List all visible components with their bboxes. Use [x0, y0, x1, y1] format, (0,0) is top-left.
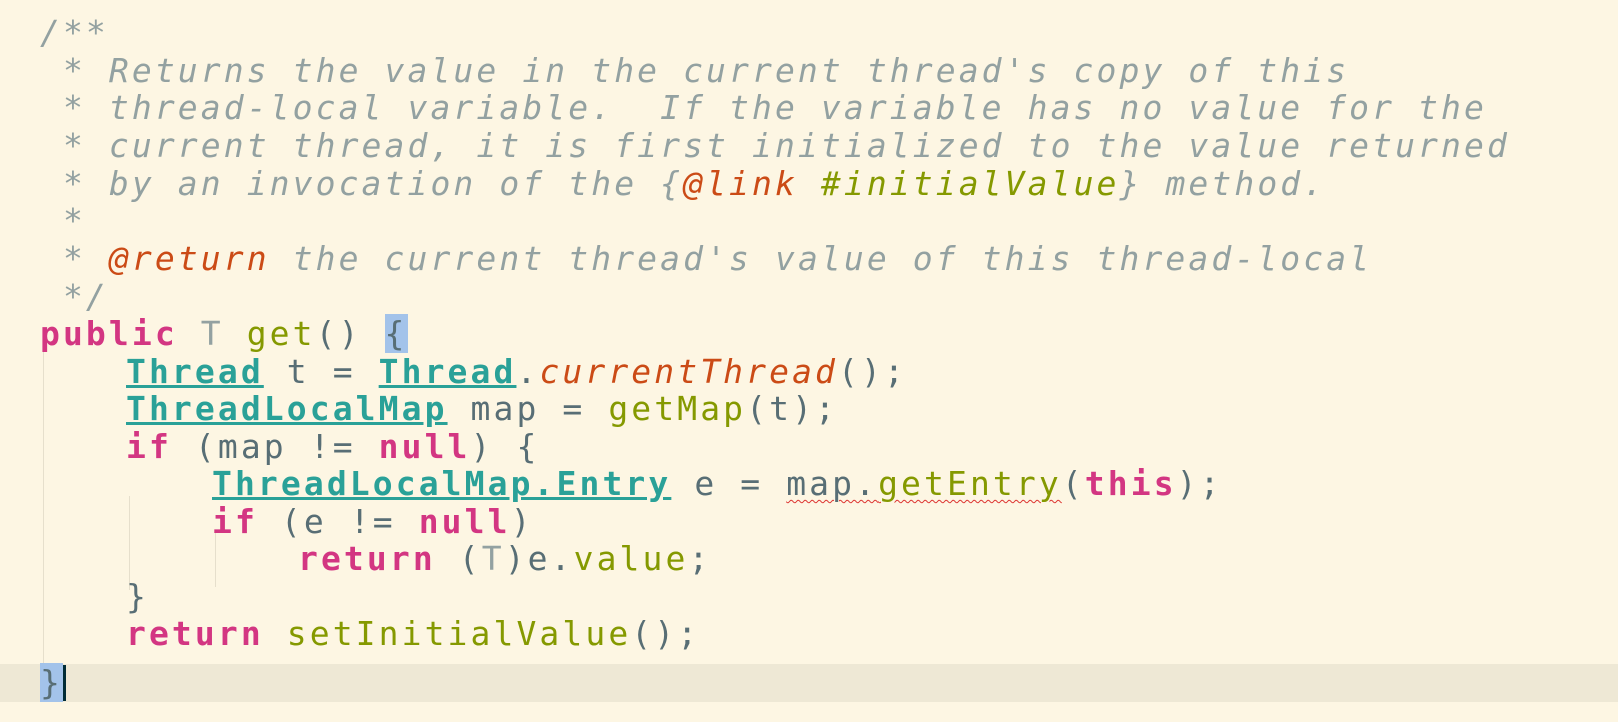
comment-text: * Returns the value in the current threa…: [40, 51, 1350, 90]
code-text: );: [1176, 464, 1223, 503]
code-line-10[interactable]: Thread t = Thread.currentThread();: [126, 353, 907, 391]
code-text: ;: [688, 539, 712, 578]
comment-open: /**: [40, 13, 109, 52]
keyword-return: return: [126, 614, 264, 653]
code-line-8[interactable]: */: [40, 278, 109, 316]
keyword-this: this: [1084, 464, 1177, 503]
code-text: (e !=: [257, 502, 419, 541]
method-name[interactable]: get: [247, 314, 316, 353]
code-text: e =: [671, 464, 787, 503]
code-text: (map !=: [171, 427, 379, 466]
field-reference[interactable]: value: [574, 539, 689, 578]
code-line-4[interactable]: * current thread, it is first initialize…: [40, 127, 1510, 165]
code-line-17[interactable]: return setInitialValue();: [126, 615, 700, 653]
code-text: (t);: [746, 389, 839, 428]
comment-text: * thread-local variable. If the variable…: [40, 88, 1487, 127]
comment-text: } method.: [1119, 164, 1327, 203]
keyword-if: if: [212, 502, 258, 541]
error-squiggle[interactable]: map.getEntry: [786, 464, 1062, 503]
indent-guide-level-1: [43, 348, 44, 664]
keyword-null: null: [418, 502, 511, 541]
code-line-6[interactable]: *: [40, 202, 86, 240]
type-parameter: T: [200, 314, 224, 353]
type-reference[interactable]: ThreadLocalMap.Entry: [212, 464, 671, 503]
javadoc-return-tag: @return: [108, 239, 270, 278]
type-reference[interactable]: ThreadLocalMap: [126, 389, 448, 428]
code-line-13[interactable]: ThreadLocalMap.Entry e = map.getEntry(th…: [212, 465, 1223, 503]
method-call[interactable]: getMap: [608, 389, 746, 428]
type-parameter: T: [481, 539, 505, 578]
code-text: ): [510, 502, 534, 541]
code-line-1[interactable]: /**: [40, 14, 109, 52]
code-line-2[interactable]: * Returns the value in the current threa…: [40, 52, 1349, 90]
code-text: .: [516, 352, 540, 391]
comment-text: *: [40, 201, 86, 240]
code-line-7[interactable]: * @return the current thread's value of …: [40, 240, 1372, 278]
comment-space: [798, 164, 821, 203]
indent-guide-level-2: [129, 496, 130, 590]
code-line-11[interactable]: ThreadLocalMap map = getMap(t);: [126, 390, 838, 428]
matched-close-brace: }: [40, 663, 63, 702]
code-text: ();: [838, 352, 907, 391]
comment-text: *: [40, 239, 109, 278]
text-caret: [62, 665, 66, 701]
code-text: )e.: [504, 539, 574, 578]
code-text: ) {: [470, 427, 540, 466]
method-call[interactable]: setInitialValue: [287, 614, 632, 653]
comment-text: the current thread's value of this threa…: [269, 239, 1373, 278]
matched-open-brace: {: [384, 314, 408, 353]
keyword-public: public: [40, 314, 178, 353]
code-text: ();: [631, 614, 701, 653]
keyword-null: null: [378, 427, 471, 466]
comment-close: */: [40, 277, 109, 316]
keyword-if: if: [126, 427, 172, 466]
comment-text: * by an invocation of the {: [40, 164, 684, 203]
code-text: t =: [263, 352, 379, 391]
type-reference[interactable]: Thread: [126, 352, 264, 391]
code-text: (: [435, 539, 482, 578]
code-line-15[interactable]: return (T)e.value;: [298, 540, 711, 578]
javadoc-link-tag: @link: [683, 164, 798, 203]
code-editor[interactable]: /** * Returns the value in the current t…: [0, 0, 1618, 722]
code-line-18[interactable]: }: [40, 663, 66, 702]
comment-text: * current thread, it is first initialize…: [40, 126, 1510, 165]
method-call[interactable]: getEntry: [878, 464, 1062, 503]
code-line-3[interactable]: * thread-local variable. If the variable…: [40, 89, 1487, 127]
code-line-9[interactable]: public T get() {: [40, 314, 408, 353]
keyword-return: return: [298, 539, 436, 578]
code-text: (: [1061, 464, 1085, 503]
indent-guide-level-3: [215, 533, 216, 587]
current-line-highlight: [0, 664, 1618, 702]
static-method-call[interactable]: currentThread: [539, 352, 838, 391]
javadoc-link-reference[interactable]: #initialValue: [821, 164, 1120, 203]
code-text: map =: [447, 389, 609, 428]
params: (): [315, 314, 362, 353]
code-line-12[interactable]: if (map != null) {: [126, 428, 539, 466]
code-line-5[interactable]: * by an invocation of the {@link #initia…: [40, 165, 1326, 203]
code-text: map.: [786, 464, 879, 503]
code-line-16[interactable]: }: [126, 578, 149, 616]
type-reference[interactable]: Thread: [379, 352, 517, 391]
close-brace: }: [126, 577, 149, 616]
code-line-14[interactable]: if (e != null): [212, 503, 534, 541]
